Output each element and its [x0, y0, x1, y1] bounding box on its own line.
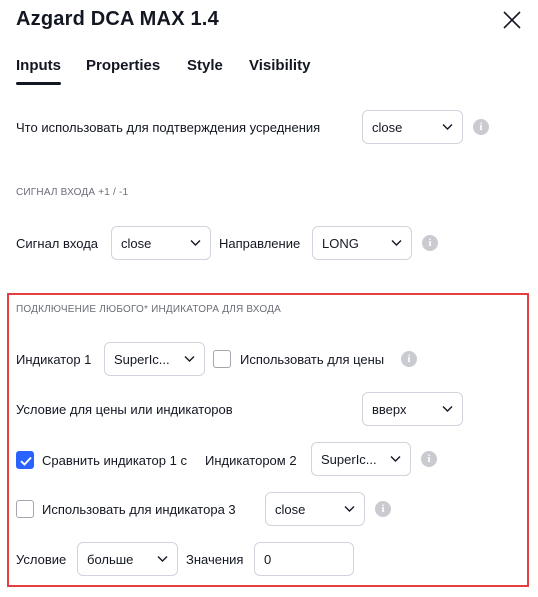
- info-icon[interactable]: i: [473, 119, 489, 135]
- tab-inputs[interactable]: Inputs: [16, 57, 61, 85]
- values-label: Значения: [186, 552, 244, 567]
- close-button[interactable]: [499, 7, 525, 33]
- indicator1-select[interactable]: SuperIc...: [104, 342, 205, 376]
- condition-value: больше: [87, 552, 134, 567]
- indicator1-label: Индикатор 1: [16, 352, 92, 367]
- direction-value: LONG: [322, 236, 359, 251]
- confirm-source-label: Что использовать для подтверждения усред…: [16, 120, 321, 135]
- chevron-down-icon: [190, 240, 201, 246]
- use-for-price-checkbox[interactable]: [213, 350, 231, 368]
- tab-visibility[interactable]: Visibility: [249, 57, 310, 74]
- use-for-price-label: Использовать для цены: [240, 352, 385, 367]
- chevron-down-icon: [442, 124, 453, 130]
- dialog-title: Azgard DCA MAX 1.4: [16, 8, 219, 30]
- confirm-source-select[interactable]: close: [362, 110, 463, 144]
- values-input[interactable]: 0: [254, 542, 354, 576]
- condition-select[interactable]: больше: [77, 542, 178, 576]
- chevron-down-icon: [442, 406, 453, 412]
- info-icon[interactable]: i: [375, 501, 391, 517]
- indicator1-value: SuperIc...: [114, 352, 170, 367]
- chevron-down-icon: [391, 240, 402, 246]
- indicator-settings-dialog: Azgard DCA MAX 1.4 Inputs Properties Sty…: [0, 0, 538, 597]
- confirm-source-value: close: [372, 120, 403, 135]
- compare-label: Сравнить индикатор 1 с: [42, 453, 187, 468]
- close-icon: [503, 11, 521, 29]
- chevron-down-icon: [390, 456, 401, 462]
- tab-properties[interactable]: Properties: [86, 57, 160, 74]
- indicator2-value: SuperIc...: [321, 452, 377, 467]
- compare-checkbox[interactable]: [16, 451, 34, 469]
- signal-select[interactable]: close: [111, 226, 211, 260]
- indicator2-select[interactable]: SuperIc...: [311, 442, 411, 476]
- chevron-down-icon: [344, 506, 355, 512]
- info-icon[interactable]: i: [401, 351, 417, 367]
- direction-select[interactable]: LONG: [312, 226, 412, 260]
- section-title-indicator: ПОДКЛЮЧЕНИЕ ЛЮБОГО* ИНДИКАТОРА ДЛЯ ВХОДА: [16, 304, 281, 315]
- checkmark-icon: [20, 456, 32, 466]
- use-for-indicator3-checkbox[interactable]: [16, 500, 34, 518]
- info-icon[interactable]: i: [421, 451, 437, 467]
- price-condition-value: вверх: [372, 402, 407, 417]
- use-for-indicator3-label: Использовать для индикатора 3: [42, 502, 236, 517]
- condition-label: Условие: [16, 552, 67, 567]
- indicator3-select[interactable]: close: [265, 492, 365, 526]
- signal-value: close: [121, 236, 152, 251]
- price-condition-select[interactable]: вверх: [362, 392, 463, 426]
- price-condition-label: Условие для цены или индикаторов: [16, 402, 233, 417]
- chevron-down-icon: [184, 356, 195, 362]
- indicator2-label: Индикатором 2: [205, 453, 297, 468]
- values-input-value: 0: [264, 552, 272, 567]
- info-icon[interactable]: i: [422, 235, 438, 251]
- indicator3-value: close: [275, 502, 306, 517]
- chevron-down-icon: [157, 556, 168, 562]
- signal-label: Сигнал входа: [16, 236, 99, 251]
- tab-style[interactable]: Style: [187, 57, 223, 74]
- direction-label: Направление: [219, 236, 301, 251]
- section-title-entry-signal: СИГНАЛ ВХОДА +1 / -1: [16, 187, 129, 198]
